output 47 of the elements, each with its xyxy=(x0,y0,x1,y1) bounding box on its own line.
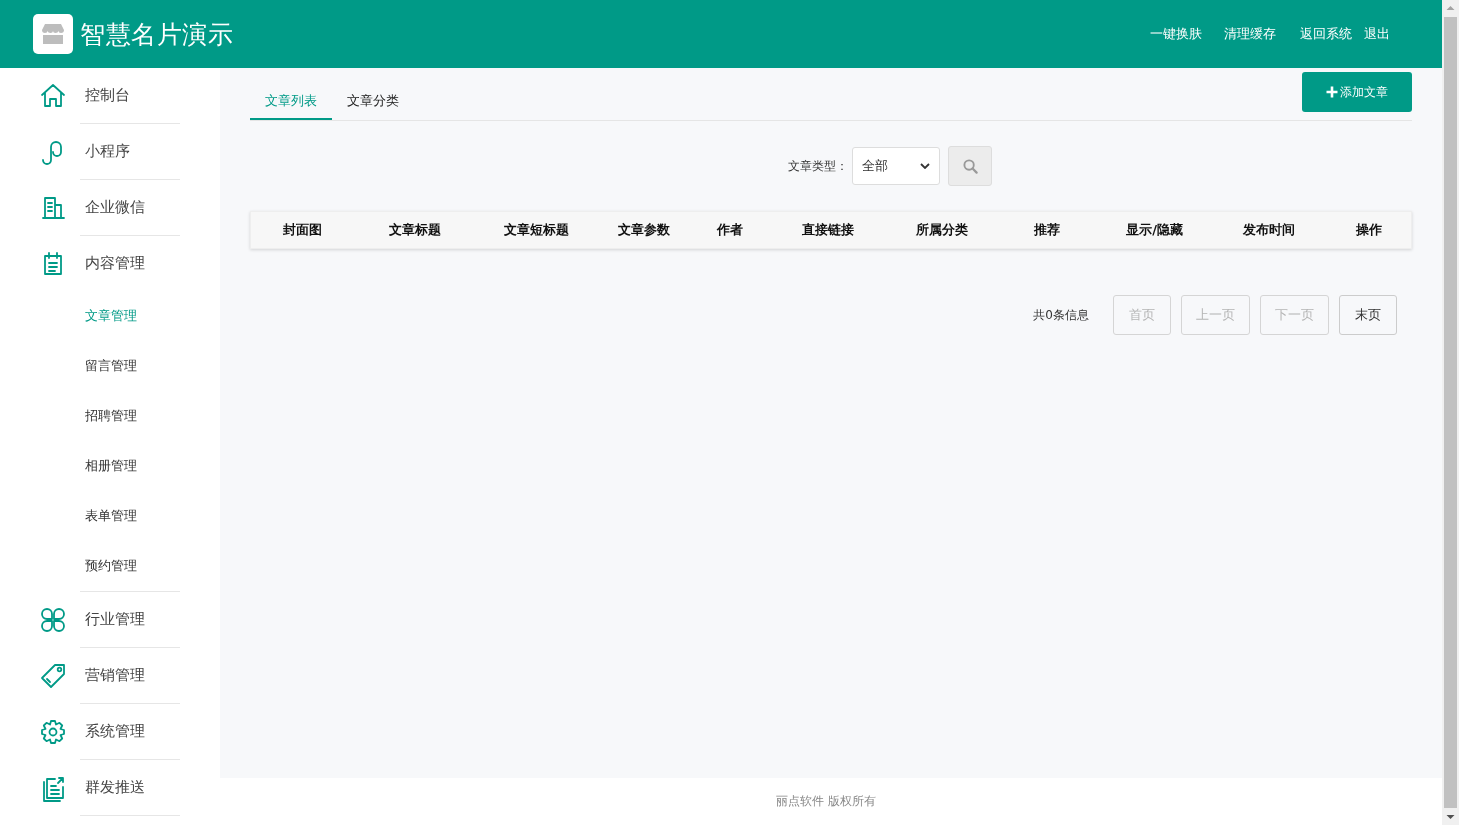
search-icon xyxy=(962,158,978,174)
type-select[interactable]: 全部 xyxy=(852,147,940,185)
column-header: 文章参数 xyxy=(617,221,671,239)
tab[interactable]: 文章分类 xyxy=(332,88,414,120)
nav-item[interactable]: 企业微信 xyxy=(0,180,220,235)
submenu-item[interactable]: 文章管理 xyxy=(0,291,220,341)
app-title: 智慧名片演示 xyxy=(80,18,233,51)
header-link[interactable]: 清理缓存 xyxy=(1224,25,1276,43)
column-header: 操作 xyxy=(1355,221,1383,239)
tag-icon xyxy=(39,661,67,690)
nav-item[interactable]: 营销管理 xyxy=(0,648,220,703)
add-article-button[interactable]: 添加文章 xyxy=(1302,72,1412,112)
nav-item[interactable]: 群发推送 xyxy=(0,760,220,815)
submenu-item[interactable]: 招聘管理 xyxy=(0,391,220,441)
submenu-item[interactable]: 相册管理 xyxy=(0,441,220,491)
column-header: 所属分类 xyxy=(915,221,969,239)
column-header: 显示/隐藏 xyxy=(1125,221,1184,239)
page-button[interactable]: 末页 xyxy=(1339,295,1397,335)
copyright-text: 丽点软件 版权所有 xyxy=(776,793,876,810)
header-link[interactable]: 返回系统 xyxy=(1300,25,1352,43)
header-link[interactable]: 退出 xyxy=(1364,25,1390,43)
scrollbar[interactable] xyxy=(1442,0,1459,825)
four-petal-icon xyxy=(39,605,67,634)
column-header: 推荐 xyxy=(1033,221,1061,239)
nav-item[interactable]: 内容管理 xyxy=(0,236,220,291)
nav-item[interactable]: 系统管理 xyxy=(0,704,220,759)
column-header: 文章标题 xyxy=(387,221,442,239)
column-header: 文章短标题 xyxy=(502,221,570,239)
chevron-down-icon xyxy=(920,163,930,169)
column-header: 封面图 xyxy=(282,221,323,239)
settings-icon xyxy=(39,717,67,746)
plus-icon xyxy=(1326,86,1338,98)
header-link[interactable]: 一键换肤 xyxy=(1150,25,1202,43)
column-header: 直接链接 xyxy=(801,221,855,239)
filter-label: 文章类型： xyxy=(788,157,848,175)
home-icon xyxy=(39,81,67,110)
column-header: 发布时间 xyxy=(1241,221,1296,239)
nav-item[interactable]: 小程序 xyxy=(0,124,220,179)
search-button[interactable] xyxy=(948,146,992,186)
submenu-item[interactable]: 预约管理 xyxy=(0,541,220,591)
record-count: 共0条信息 xyxy=(1033,306,1089,324)
shop-logo-icon xyxy=(33,14,73,54)
submenu-item[interactable]: 表单管理 xyxy=(0,491,220,541)
submenu-item[interactable]: 留言管理 xyxy=(0,341,220,391)
nav-item[interactable]: 行业管理 xyxy=(0,592,220,647)
nav-item[interactable]: 控制台 xyxy=(0,68,220,123)
column-header: 作者 xyxy=(715,221,744,239)
